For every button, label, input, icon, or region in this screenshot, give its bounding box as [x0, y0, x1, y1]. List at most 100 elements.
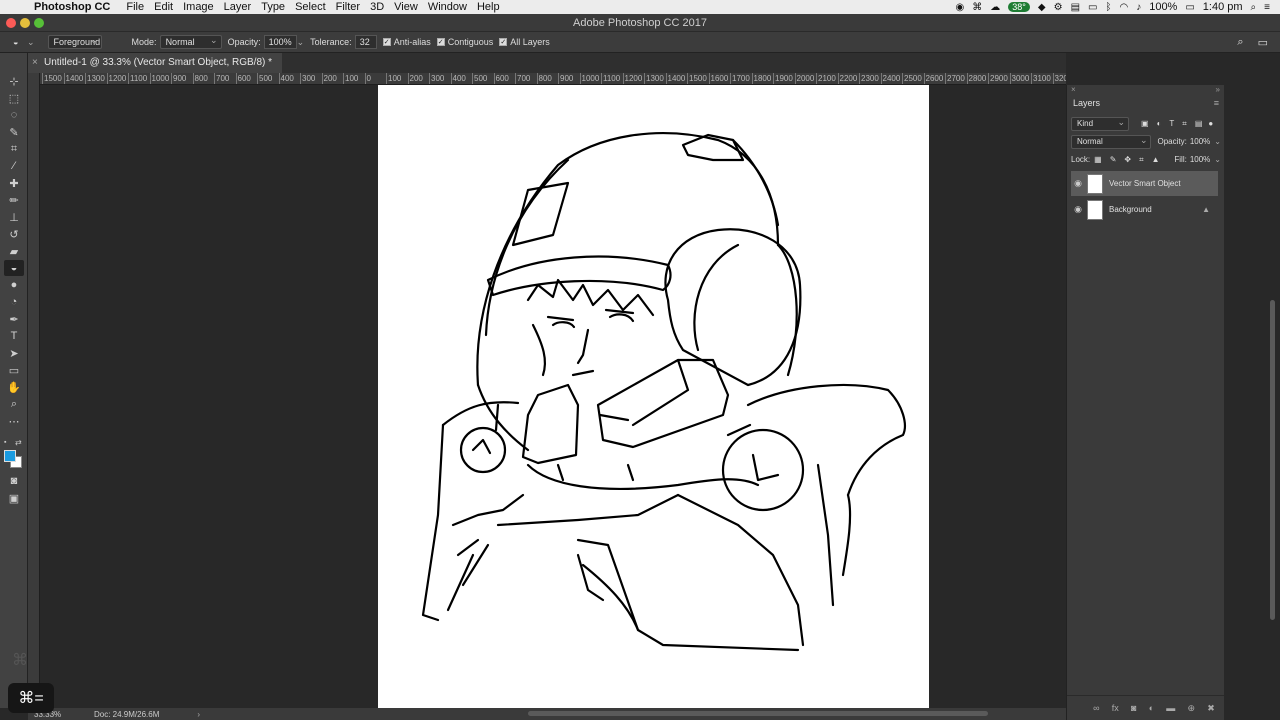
battery-percent[interactable]: 100%: [1149, 1, 1177, 13]
menu-3d[interactable]: 3D: [370, 1, 392, 13]
spotlight-icon[interactable]: ⌕: [1251, 2, 1257, 13]
eraser-icon[interactable]: ▰: [4, 243, 24, 259]
screen-mode-icon[interactable]: ▣: [4, 490, 24, 506]
path-selection-icon[interactable]: ➤: [4, 345, 24, 361]
status-menu-icon[interactable]: ›: [197, 710, 200, 719]
canvas-workspace[interactable]: [40, 85, 1066, 708]
panel-expand-icon[interactable]: »: [1216, 85, 1220, 94]
vertical-ruler[interactable]: [28, 73, 40, 708]
lock-pixels-icon[interactable]: ✎: [1110, 155, 1117, 164]
lasso-icon[interactable]: ◌: [4, 107, 24, 123]
creative-cloud-icon[interactable]: ☁: [990, 2, 1000, 13]
filter-type-icon[interactable]: T: [1169, 119, 1174, 128]
opacity-chevron-icon[interactable]: ⌄: [297, 37, 305, 48]
volume-icon[interactable]: ♪: [1136, 2, 1141, 13]
opacity-input[interactable]: 100%: [263, 35, 297, 49]
dropbox-icon[interactable]: ◆: [1038, 2, 1046, 13]
panel-menu-icon[interactable]: ≡: [1214, 94, 1219, 112]
horizontal-ruler[interactable]: 1500 1400 1300 1200 1100 1000 900 800 700 600 500 4…: [40, 73, 1066, 85]
blur-icon[interactable]: ●: [4, 277, 24, 293]
layer-opacity-value[interactable]: 100%: [1190, 137, 1210, 146]
close-tab-icon[interactable]: ×: [32, 53, 38, 73]
dodge-icon[interactable]: ◔: [4, 294, 24, 310]
layer-name[interactable]: Vector Smart Object: [1109, 179, 1181, 188]
zoom-window-button[interactable]: [34, 18, 44, 28]
command-icon[interactable]: ⌘: [972, 2, 982, 13]
fill-value[interactable]: 100%: [1190, 155, 1210, 164]
menu-help[interactable]: Help: [477, 1, 508, 13]
default-colors-icon[interactable]: ▪: [4, 439, 12, 447]
blend-mode-select[interactable]: Normal: [1071, 134, 1152, 149]
foreground-color-swatch[interactable]: [4, 450, 16, 462]
all-layers-checkbox[interactable]: ✓ All Layers: [499, 37, 550, 47]
menu-file[interactable]: File: [126, 1, 152, 13]
new-group-icon[interactable]: ▬: [1166, 703, 1175, 713]
vertical-scrollbar[interactable]: [1270, 300, 1275, 620]
eyedropper-icon[interactable]: ⁄: [4, 158, 24, 174]
layer-name[interactable]: Background: [1109, 205, 1152, 214]
antialias-checkbox[interactable]: ✓ Anti-alias: [382, 37, 431, 47]
wifi-icon[interactable]: ◠: [1119, 2, 1128, 13]
filter-adjustment-icon[interactable]: ◐: [1157, 119, 1162, 128]
filter-kind-select[interactable]: Kind: [1071, 116, 1129, 131]
zoom-icon[interactable]: ⌕: [4, 396, 24, 412]
brush-icon[interactable]: ✏: [4, 192, 24, 208]
type-tool-icon[interactable]: T: [4, 328, 24, 344]
layers-panel-tab[interactable]: Layers ≡: [1067, 94, 1225, 112]
menu-edit[interactable]: Edit: [154, 1, 181, 13]
new-adjustment-icon[interactable]: ◐: [1149, 703, 1154, 713]
menu-type[interactable]: Type: [261, 1, 293, 13]
menu-app-name[interactable]: Photoshop CC: [34, 1, 118, 13]
clone-stamp-icon[interactable]: ⊥: [4, 209, 24, 225]
mode-select[interactable]: Normal: [159, 34, 222, 49]
delete-layer-icon[interactable]: ✖: [1207, 703, 1215, 714]
clipboard-icon[interactable]: ▤: [1071, 2, 1080, 13]
contiguous-checkbox[interactable]: ✓ Contiguous: [436, 37, 493, 47]
layer-row-background[interactable]: ◉ Background ▲: [1071, 197, 1218, 222]
new-layer-icon[interactable]: ⊕: [1188, 703, 1196, 714]
hand-icon[interactable]: ✋: [4, 379, 24, 395]
paint-bucket-icon[interactable]: ◒: [13, 37, 27, 47]
eye-icon[interactable]: ◉: [1071, 178, 1085, 189]
close-window-button[interactable]: [6, 18, 16, 28]
filter-pixel-icon[interactable]: ▣: [1141, 119, 1149, 128]
fill-chevron-icon[interactable]: ⌄: [1214, 155, 1221, 164]
paint-bucket-tool-icon[interactable]: ◒: [4, 260, 24, 276]
menu-select[interactable]: Select: [295, 1, 334, 13]
healing-brush-icon[interactable]: ✚: [4, 175, 24, 191]
record-icon[interactable]: ◉: [956, 2, 965, 13]
rectangular-marquee-icon[interactable]: ⬚: [4, 90, 24, 106]
minimize-window-button[interactable]: [20, 18, 30, 28]
lock-transparent-icon[interactable]: ▦: [1094, 155, 1102, 164]
weather-badge[interactable]: 38°: [1008, 2, 1030, 12]
rectangle-tool-icon[interactable]: ▭: [4, 362, 24, 378]
add-mask-icon[interactable]: ◙: [1131, 703, 1136, 713]
search-icon[interactable]: ⌕: [1237, 36, 1243, 49]
tools-icon[interactable]: ⚙: [1054, 2, 1063, 13]
history-brush-icon[interactable]: ↺: [4, 226, 24, 242]
link-layers-icon[interactable]: ∞: [1093, 703, 1099, 713]
workspace-icon[interactable]: ▭: [1258, 36, 1268, 49]
menu-window[interactable]: Window: [428, 1, 475, 13]
tool-preset-chevron-icon[interactable]: ⌄: [27, 37, 35, 48]
horizontal-scrollbar[interactable]: [528, 711, 988, 716]
panel-collapse-icon[interactable]: ×: [1071, 85, 1076, 94]
eye-icon[interactable]: ◉: [1071, 204, 1085, 215]
document-tab[interactable]: × Untitled-1 @ 33.3% (Vector Smart Objec…: [28, 53, 283, 73]
menu-image[interactable]: Image: [183, 1, 222, 13]
fill-source-select[interactable]: Foreground: [47, 34, 102, 49]
move-tool-icon[interactable]: ⊹: [4, 73, 24, 89]
document-canvas[interactable]: [378, 85, 929, 708]
tolerance-input[interactable]: 32: [354, 35, 377, 49]
lock-artboard-icon[interactable]: ⌗: [1139, 155, 1144, 165]
layer-row-vector-smart-object[interactable]: ◉ Vector Smart Object: [1071, 171, 1218, 196]
menu-filter[interactable]: Filter: [336, 1, 368, 13]
notification-center-icon[interactable]: ≡: [1264, 2, 1270, 13]
swap-colors-icon[interactable]: ⇄: [15, 438, 22, 447]
lock-all-icon[interactable]: ▲: [1152, 155, 1160, 164]
menu-view[interactable]: View: [394, 1, 426, 13]
filter-shape-icon[interactable]: ⌗: [1182, 119, 1187, 129]
filter-smart-object-icon[interactable]: ▤: [1195, 119, 1203, 128]
opacity-chevron-icon[interactable]: ⌄: [1214, 137, 1221, 146]
filter-toggle-icon[interactable]: ●: [1208, 119, 1213, 128]
